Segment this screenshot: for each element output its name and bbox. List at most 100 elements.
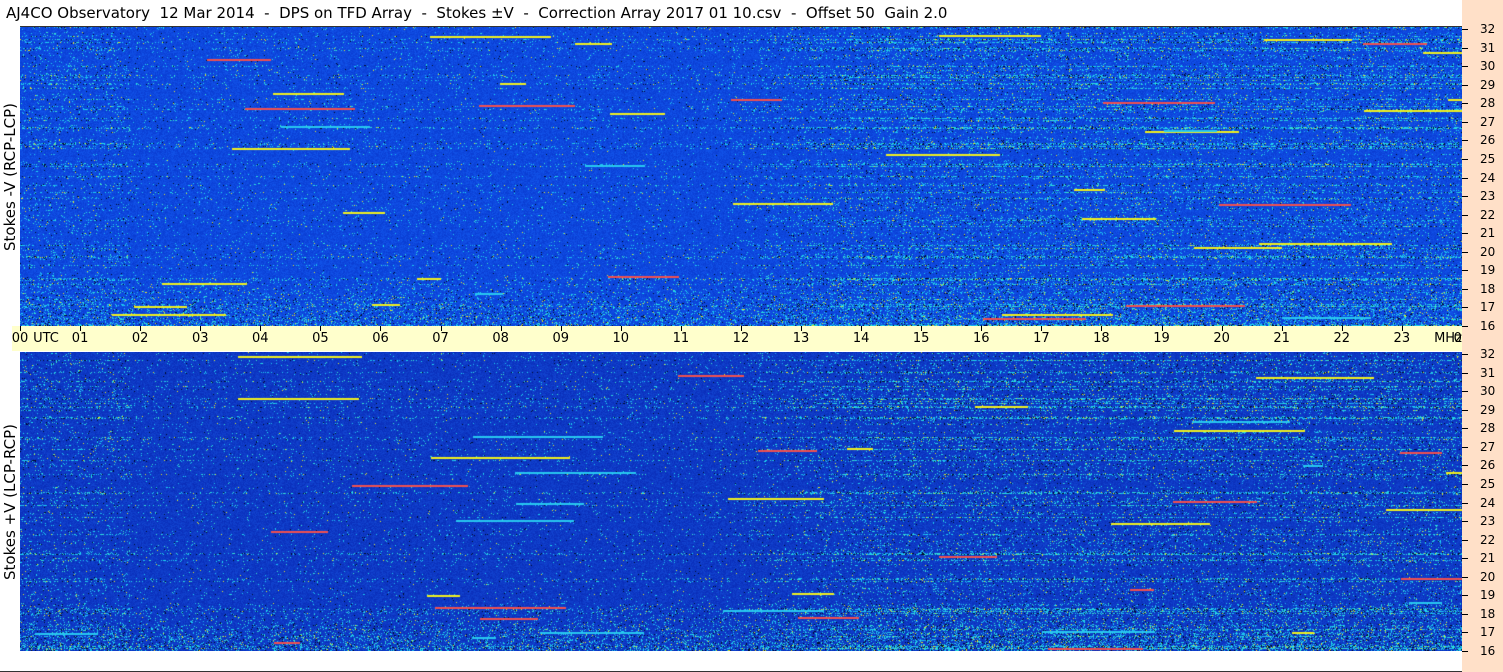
time-axis-label: 15: [912, 331, 930, 346]
frequency-axis-label: 23: [1480, 189, 1496, 204]
frequency-axis-tick: [1462, 47, 1468, 49]
frequency-axis-label: 31: [1480, 40, 1496, 55]
frequency-axis-tick: [1462, 558, 1468, 560]
frequency-axis-tick: [1462, 288, 1468, 290]
time-axis-label: 22: [1333, 331, 1351, 346]
stokes-minus-v-spectrogram: [20, 27, 1462, 326]
frequency-axis-tick: [1462, 177, 1468, 179]
time-axis-tick: [1221, 326, 1223, 331]
frequency-axis-tick: [1462, 409, 1468, 411]
time-axis-label: 16: [972, 331, 990, 346]
bottom-panel-label: Stokes +V (LCP-RCP): [0, 352, 20, 652]
time-axis-label: 08: [492, 331, 509, 346]
frequency-axis-label: 21: [1480, 551, 1496, 566]
frequency-axis-label: 20: [1480, 244, 1496, 259]
frequency-axis-tick: [1462, 576, 1468, 578]
frequency-axis-tick: [1462, 233, 1468, 235]
time-axis-tick: [260, 326, 262, 331]
frequency-axis-label: 31: [1480, 365, 1496, 380]
time-axis-label: 20: [1213, 331, 1230, 346]
time-axis-label: 18: [1093, 331, 1110, 346]
time-axis-tick: [861, 326, 863, 331]
time-axis-label: 05: [312, 331, 329, 346]
frequency-axis-label: 32: [1480, 347, 1496, 361]
frequency-axis-tick: [1462, 502, 1468, 504]
frequency-axis-label: 29: [1480, 77, 1496, 92]
frequency-axis-tick: [1462, 483, 1468, 485]
frequency-axis-label: 30: [1480, 59, 1496, 74]
time-axis-tick: [981, 326, 983, 331]
frequency-axis-tick: [1462, 539, 1468, 541]
bottom-panel-label-text: Stokes +V (LCP-RCP): [1, 424, 19, 580]
frequency-axis-label: 26: [1480, 133, 1496, 148]
time-axis-tick: [140, 326, 142, 331]
time-axis-tick: [1101, 326, 1103, 331]
frequency-axis-tick: [1462, 307, 1468, 309]
time-axis-label: 19: [1153, 331, 1170, 346]
time-axis-tick: [1341, 326, 1343, 331]
top-panel-label: Stokes -V (RCP-LCP): [0, 27, 20, 327]
time-axis-tick: [1041, 326, 1043, 331]
frequency-axis-label: 19: [1480, 263, 1496, 278]
time-axis-label: 03: [191, 331, 209, 346]
frequency-axis-label: 22: [1480, 532, 1496, 547]
frequency-axis-label: 25: [1480, 151, 1496, 166]
time-axis-label: 04: [252, 331, 269, 346]
time-axis-label: 14: [852, 331, 870, 346]
frequency-axis-label: 21: [1480, 226, 1496, 241]
time-axis-label: UTC: [33, 331, 59, 346]
time-axis-tick: [620, 326, 622, 331]
time-axis-tick: [440, 326, 442, 331]
frequency-axis-tick: [1462, 428, 1468, 430]
stokes-plus-v-spectrogram: [20, 352, 1462, 651]
frequency-axis-tick: [1462, 446, 1468, 448]
frequency-axis-tick: [1462, 214, 1468, 216]
time-axis-tick: [801, 326, 803, 331]
frequency-axis-label: 28: [1480, 96, 1496, 111]
frequency-axis-tick: [1462, 251, 1468, 253]
time-axis-label: 21: [1273, 331, 1290, 346]
time-axis-tick: [380, 326, 382, 331]
time-axis-label: 12: [732, 331, 750, 346]
time-axis-label: 09: [552, 331, 569, 346]
time-axis-tick: [1161, 326, 1163, 331]
frequency-axis-label: 30: [1480, 384, 1496, 399]
frequency-axis-tick: [1462, 196, 1468, 198]
frequency-axis-tick: [1462, 632, 1468, 634]
frequency-axis-label: 20: [1480, 569, 1496, 584]
time-axis-label: 23: [1393, 331, 1411, 346]
frequency-axis-tick: [1462, 140, 1468, 142]
frequency-axis-tick: [1462, 391, 1468, 393]
time-axis-tick: [1281, 326, 1283, 331]
frequency-axis-tick: [1462, 66, 1468, 68]
time-axis-tick: [200, 326, 202, 331]
time-axis-tick: [20, 326, 21, 331]
frequency-axis-label: 25: [1480, 476, 1496, 491]
title-bar: AJ4CO Observatory 12 Mar 2014 - DPS on T…: [0, 0, 1462, 26]
time-axis-tick: [1401, 326, 1403, 331]
time-axis-tick: [80, 326, 82, 331]
frequency-axis-label: 22: [1480, 207, 1496, 222]
frequency-axis-label: 29: [1480, 402, 1496, 417]
frequency-axis-tick: [1462, 121, 1468, 123]
time-axis-tick: [500, 326, 502, 331]
time-axis-tick: [680, 326, 682, 331]
frequency-axis-tick: [1462, 465, 1468, 467]
top-panel-label-text: Stokes -V (RCP-LCP): [1, 103, 19, 251]
time-axis-label: 11: [672, 331, 690, 346]
frequency-axis-tick: [1462, 103, 1468, 105]
time-axis-tick: [921, 326, 923, 331]
frequency-axis-label: 27: [1480, 114, 1496, 129]
frequency-axis-tick: [1462, 372, 1468, 374]
frequency-axis-label: 32: [1480, 22, 1496, 36]
frequency-axis-label: 18: [1480, 606, 1496, 621]
frequency-axis-tick: [1462, 651, 1468, 652]
window-title: AJ4CO Observatory 12 Mar 2014 - DPS on T…: [6, 4, 948, 22]
frequency-axis-label: 18: [1480, 281, 1496, 296]
frequency-axis-label: 17: [1480, 625, 1496, 640]
frequency-axis-tick: [1462, 29, 1468, 30]
time-axis-label: 10: [612, 331, 630, 346]
time-axis-tick: [320, 326, 322, 331]
time-axis-label: 02: [131, 331, 149, 346]
frequency-axis-label: 28: [1480, 421, 1496, 436]
